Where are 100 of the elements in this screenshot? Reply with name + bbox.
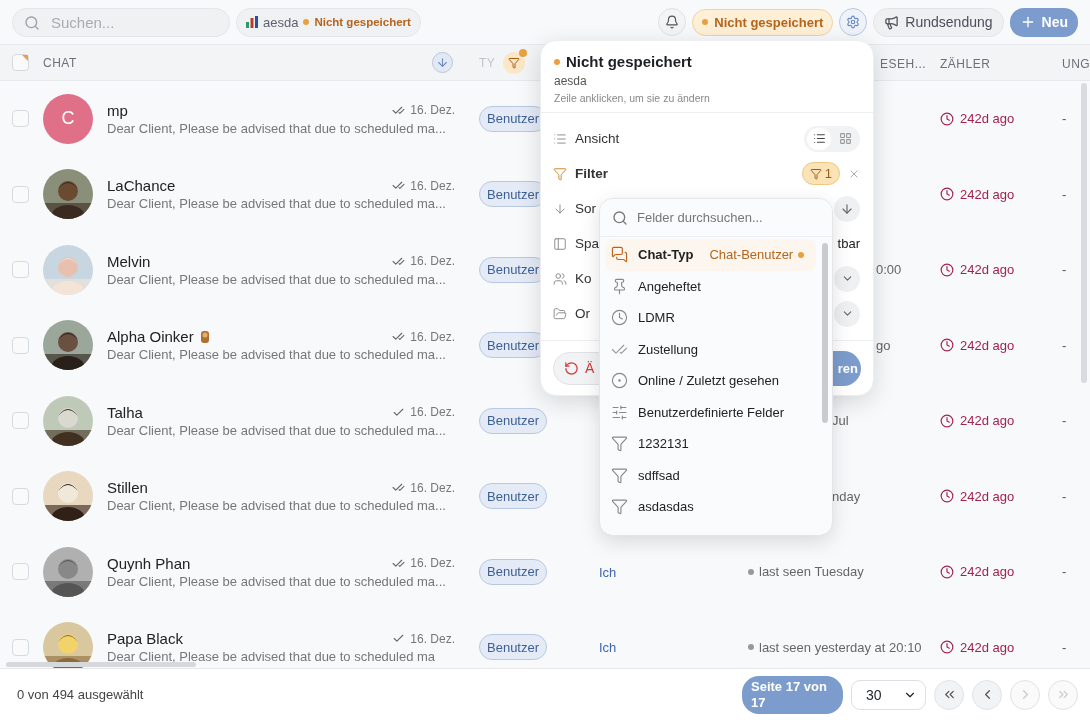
selection-count: 0 von 494 ausgewählt xyxy=(17,687,144,702)
chat-type-tag: Benutzer xyxy=(479,634,548,661)
search-field[interactable]: Suchen... xyxy=(12,7,230,37)
notifications-button[interactable] xyxy=(658,8,687,36)
contact-name: LaChance xyxy=(107,177,176,195)
pin-icon xyxy=(611,277,628,295)
filter-icon xyxy=(553,166,567,181)
scrollbar[interactable] xyxy=(822,243,828,423)
message-date: 16. Dez. xyxy=(410,631,455,646)
megaphone-icon xyxy=(884,14,900,30)
filter-count-badge[interactable]: 1 xyxy=(801,162,840,185)
unread-count: - xyxy=(1061,111,1068,127)
last-seen: Jul xyxy=(832,413,849,429)
field-menu-item[interactable]: Chat-Typ Chat-Benutzer xyxy=(605,239,816,271)
view-chip[interactable]: aesda Nicht gespeichert xyxy=(236,7,421,37)
undo-icon xyxy=(564,360,579,376)
chat-type-tag: Benutzer xyxy=(479,407,548,434)
message-date: 16. Dez. xyxy=(410,405,455,420)
row-checkbox[interactable] xyxy=(12,336,29,354)
settings-button[interactable] xyxy=(839,8,868,36)
first-page-button[interactable] xyxy=(934,679,964,710)
sort-direction-button[interactable] xyxy=(834,195,860,222)
search-icon xyxy=(24,14,40,31)
bar-chart-icon xyxy=(246,16,258,28)
message-preview: Dear Client, Please be advised that due to scheduled ma... xyxy=(107,271,447,287)
message-preview: Dear Client, Please be advised that due to scheduled ma... xyxy=(107,196,447,212)
chat-icon xyxy=(611,246,628,264)
unread-count: - xyxy=(1061,488,1068,504)
field-menu-item[interactable]: LDMR xyxy=(605,302,816,334)
message-date: 16. Dez. xyxy=(410,556,455,571)
grid-icon xyxy=(838,132,852,145)
counter: 242d ago xyxy=(930,413,1050,429)
unread-count: - xyxy=(1061,413,1068,429)
setting-label[interactable]: Spa xyxy=(575,236,600,251)
scrollbar[interactable] xyxy=(6,662,196,667)
circle-dot-icon xyxy=(611,372,628,390)
setting-label[interactable]: Or xyxy=(575,306,590,321)
field-menu-item[interactable]: Benutzerdefinierte Felder xyxy=(605,396,816,428)
row-checkbox[interactable] xyxy=(12,487,29,505)
row-checkbox[interactable] xyxy=(12,638,29,656)
sort-button[interactable] xyxy=(432,52,453,73)
field-menu-item[interactable]: Zustellung xyxy=(605,333,816,365)
row-checkbox[interactable] xyxy=(12,185,29,203)
page-size-select[interactable]: 30 xyxy=(851,679,926,710)
unread-count: - xyxy=(1061,337,1068,353)
unsaved-status-button[interactable]: Nicht gespeichert xyxy=(692,8,834,36)
clock-icon xyxy=(940,111,954,126)
clock-icon xyxy=(940,489,954,504)
last-seen: nday xyxy=(832,488,861,504)
row-checkbox[interactable] xyxy=(12,110,29,128)
column-filter-button[interactable] xyxy=(503,51,526,74)
status-dot xyxy=(303,19,310,25)
clock-icon xyxy=(940,564,954,579)
field-menu-item[interactable]: asdasdas xyxy=(605,491,816,523)
message-preview: Dear Client, Please be advised that due to scheduled ma... xyxy=(107,573,447,589)
last-seen: last seen yesterday at 20:10 xyxy=(759,639,922,655)
last-seen: 0:00 xyxy=(876,262,902,278)
setting-label[interactable]: Ansicht xyxy=(575,131,620,146)
last-seen: last seen Tuesday xyxy=(759,564,864,580)
setting-label[interactable]: Filter xyxy=(575,166,608,181)
message-date: 16. Dez. xyxy=(410,103,455,118)
unread-count: - xyxy=(1061,564,1068,580)
message-date: 16. Dez. xyxy=(410,329,455,344)
gear-icon xyxy=(846,15,861,29)
message-date: 16. Dez. xyxy=(410,254,455,269)
row-checkbox[interactable] xyxy=(12,563,29,581)
clock-icon xyxy=(940,187,954,202)
filter-icon xyxy=(611,466,628,484)
clock-icon xyxy=(940,640,954,655)
field-menu-item[interactable]: Online / Zuletzt gesehen xyxy=(605,365,816,397)
setting-label[interactable]: Ko xyxy=(575,271,592,286)
assignee: Ich xyxy=(598,564,617,580)
select-all-checkbox[interactable] xyxy=(12,54,29,71)
field-menu-item[interactable]: 1232131 xyxy=(605,428,816,460)
clock-icon xyxy=(940,413,954,428)
chat-type-tag: Benutzer xyxy=(479,483,548,510)
list-view-button[interactable] xyxy=(807,127,831,150)
last-seen: go xyxy=(876,337,891,353)
field-search-field[interactable]: Felder durchsuchen... xyxy=(600,199,832,237)
field-menu-item[interactable]: Angeheftet xyxy=(605,270,816,302)
view-toggle[interactable] xyxy=(804,125,860,152)
assignee: Ich xyxy=(598,640,617,656)
counter: 242d ago xyxy=(930,262,1050,278)
list-icon xyxy=(812,132,826,145)
field-menu-item[interactable]: sdffsad xyxy=(605,459,816,491)
dropdown-button[interactable] xyxy=(834,265,860,292)
dropdown-button[interactable] xyxy=(834,300,860,327)
setting-label[interactable]: Sor xyxy=(575,201,596,216)
counter: 242d ago xyxy=(930,488,1050,504)
filter-icon xyxy=(611,435,628,453)
broadcast-button[interactable]: Rundsendung xyxy=(873,7,1004,37)
prev-page-button[interactable] xyxy=(972,679,1002,710)
contact-name: Alpha Oinker xyxy=(107,328,194,346)
scrollbar[interactable] xyxy=(1081,83,1087,383)
message-preview: Dear Client, Please be advised that due to scheduled ma... xyxy=(107,120,447,136)
row-checkbox[interactable] xyxy=(12,261,29,279)
filter-icon xyxy=(809,167,822,180)
unread-count: - xyxy=(1061,186,1068,202)
row-checkbox[interactable] xyxy=(12,412,29,430)
counter: 242d ago xyxy=(930,564,1050,580)
